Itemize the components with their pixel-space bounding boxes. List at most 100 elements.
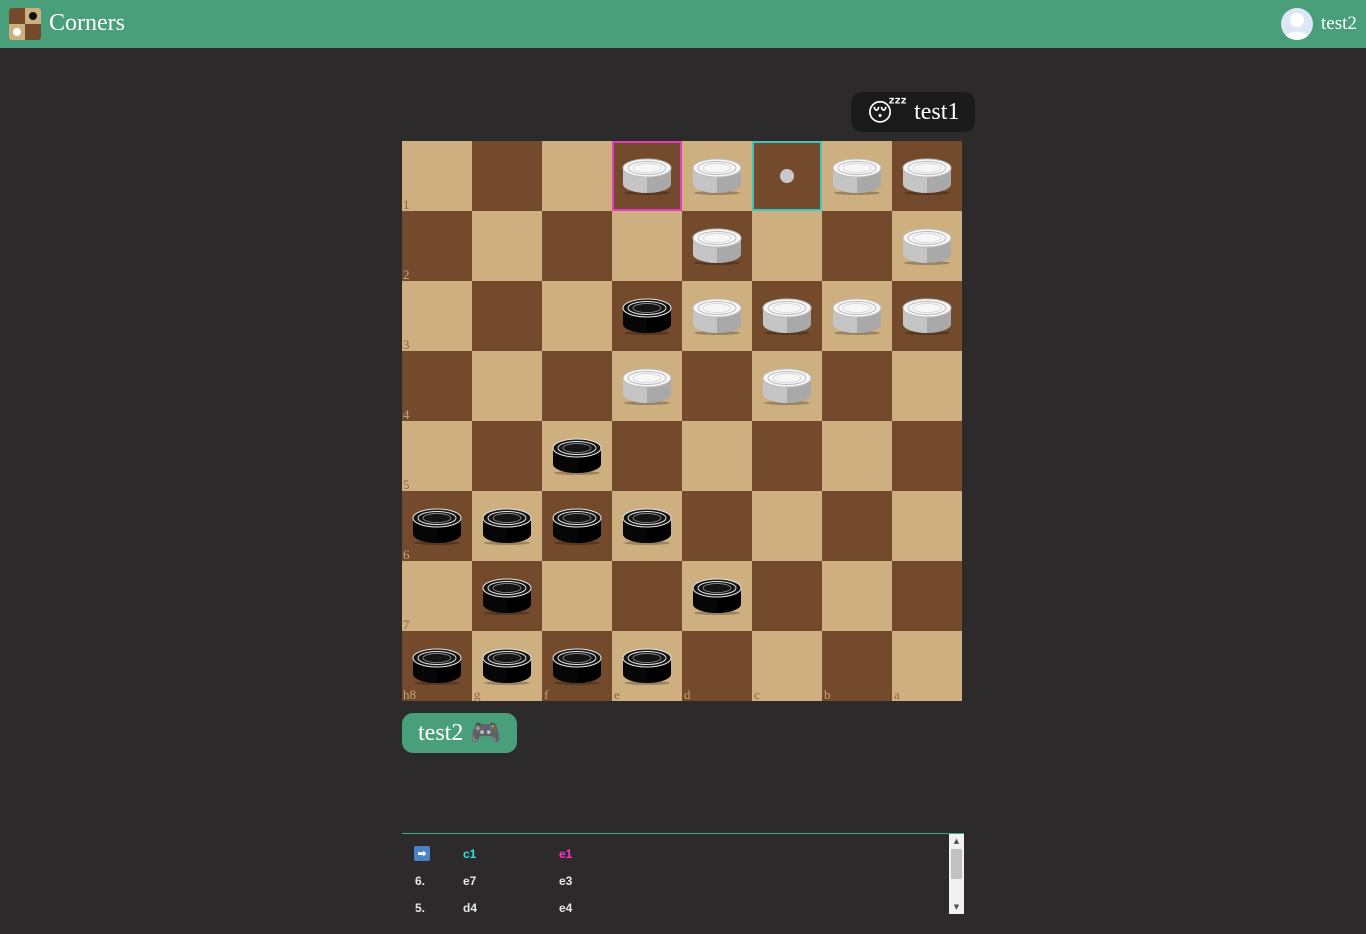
square-h1[interactable]: 1 (402, 141, 472, 211)
square-c8[interactable]: c (752, 631, 822, 701)
square-g8[interactable]: g (472, 631, 542, 701)
move-black[interactable]: e4 (559, 901, 572, 915)
square-a2[interactable] (892, 211, 962, 281)
move-white[interactable]: e7 (463, 874, 476, 888)
square-c4[interactable] (752, 351, 822, 421)
square-f1[interactable] (542, 141, 612, 211)
square-h7[interactable]: 7 (402, 561, 472, 631)
square-c1[interactable] (752, 141, 822, 211)
app-logo-icon[interactable] (9, 8, 41, 40)
white-piece[interactable] (902, 297, 952, 335)
white-piece[interactable] (762, 367, 812, 405)
move-target-dot[interactable] (780, 169, 794, 183)
black-piece[interactable] (552, 437, 602, 475)
black-piece[interactable] (622, 507, 672, 545)
square-d4[interactable] (682, 351, 752, 421)
black-piece[interactable] (692, 577, 742, 615)
square-c7[interactable] (752, 561, 822, 631)
white-piece[interactable] (832, 157, 882, 195)
white-piece[interactable] (832, 297, 882, 335)
move-white[interactable]: d4 (463, 901, 477, 915)
move-row[interactable]: 6. e7 e3 (402, 872, 942, 890)
square-d6[interactable] (682, 491, 752, 561)
square-c5[interactable] (752, 421, 822, 491)
white-piece[interactable] (692, 297, 742, 335)
white-piece[interactable] (622, 367, 672, 405)
square-g1[interactable] (472, 141, 542, 211)
square-e3[interactable] (612, 281, 682, 351)
scroll-up-icon[interactable]: ▲ (949, 834, 964, 848)
square-a4[interactable] (892, 351, 962, 421)
square-e1[interactable] (612, 141, 682, 211)
square-b8[interactable]: b (822, 631, 892, 701)
square-a5[interactable] (892, 421, 962, 491)
square-b6[interactable] (822, 491, 892, 561)
square-d1[interactable] (682, 141, 752, 211)
white-piece[interactable] (902, 157, 952, 195)
black-piece[interactable] (622, 647, 672, 685)
square-h3[interactable]: 3 (402, 281, 472, 351)
move-row[interactable]: ➡ c1 e1 (402, 845, 942, 863)
square-b4[interactable] (822, 351, 892, 421)
black-piece[interactable] (552, 647, 602, 685)
app-title[interactable]: Corners (49, 10, 125, 37)
square-f6[interactable] (542, 491, 612, 561)
square-e7[interactable] (612, 561, 682, 631)
square-f3[interactable] (542, 281, 612, 351)
square-g6[interactable] (472, 491, 542, 561)
user-avatar-icon[interactable] (1281, 8, 1313, 40)
square-g7[interactable] (472, 561, 542, 631)
square-d8[interactable]: d (682, 631, 752, 701)
black-piece[interactable] (622, 297, 672, 335)
square-b7[interactable] (822, 561, 892, 631)
square-h8[interactable]: h8 (402, 631, 472, 701)
user-name[interactable]: test2 (1321, 13, 1357, 35)
white-piece[interactable] (762, 297, 812, 335)
square-e2[interactable] (612, 211, 682, 281)
white-piece[interactable] (622, 157, 672, 195)
square-f8[interactable]: f (542, 631, 612, 701)
square-h5[interactable]: 5 (402, 421, 472, 491)
square-d7[interactable] (682, 561, 752, 631)
square-h6[interactable]: 6 (402, 491, 472, 561)
square-g2[interactable] (472, 211, 542, 281)
square-g4[interactable] (472, 351, 542, 421)
move-black[interactable]: e3 (559, 874, 572, 888)
move-row[interactable]: 5. d4 e4 (402, 899, 942, 915)
square-e4[interactable] (612, 351, 682, 421)
square-h4[interactable]: 4 (402, 351, 472, 421)
scroll-down-icon[interactable]: ▼ (949, 900, 964, 914)
square-f5[interactable] (542, 421, 612, 491)
square-a7[interactable] (892, 561, 962, 631)
square-e6[interactable] (612, 491, 682, 561)
square-e5[interactable] (612, 421, 682, 491)
square-c2[interactable] (752, 211, 822, 281)
square-g5[interactable] (472, 421, 542, 491)
move-list[interactable]: ➡ c1 e1 6. e7 e3 5. d4 e4 (402, 833, 964, 915)
move-black[interactable]: e1 (559, 847, 572, 861)
move-list-scrollbar[interactable]: ▲ ▼ (949, 834, 964, 914)
black-piece[interactable] (482, 577, 532, 615)
square-d5[interactable] (682, 421, 752, 491)
black-piece[interactable] (482, 647, 532, 685)
square-a6[interactable] (892, 491, 962, 561)
square-g3[interactable] (472, 281, 542, 351)
square-c3[interactable] (752, 281, 822, 351)
square-a1[interactable] (892, 141, 962, 211)
square-f7[interactable] (542, 561, 612, 631)
black-piece[interactable] (482, 507, 532, 545)
square-b5[interactable] (822, 421, 892, 491)
black-piece[interactable] (552, 507, 602, 545)
square-f4[interactable] (542, 351, 612, 421)
white-piece[interactable] (692, 157, 742, 195)
black-piece[interactable] (412, 647, 462, 685)
square-b2[interactable] (822, 211, 892, 281)
square-d2[interactable] (682, 211, 752, 281)
square-a8[interactable]: a (892, 631, 962, 701)
square-b3[interactable] (822, 281, 892, 351)
square-f2[interactable] (542, 211, 612, 281)
move-white[interactable]: c1 (463, 847, 476, 861)
square-e8[interactable]: e (612, 631, 682, 701)
game-board[interactable]: 1 2 3 4 5 6 7 h8 g f e d c b a (402, 141, 962, 701)
white-piece[interactable] (902, 227, 952, 265)
